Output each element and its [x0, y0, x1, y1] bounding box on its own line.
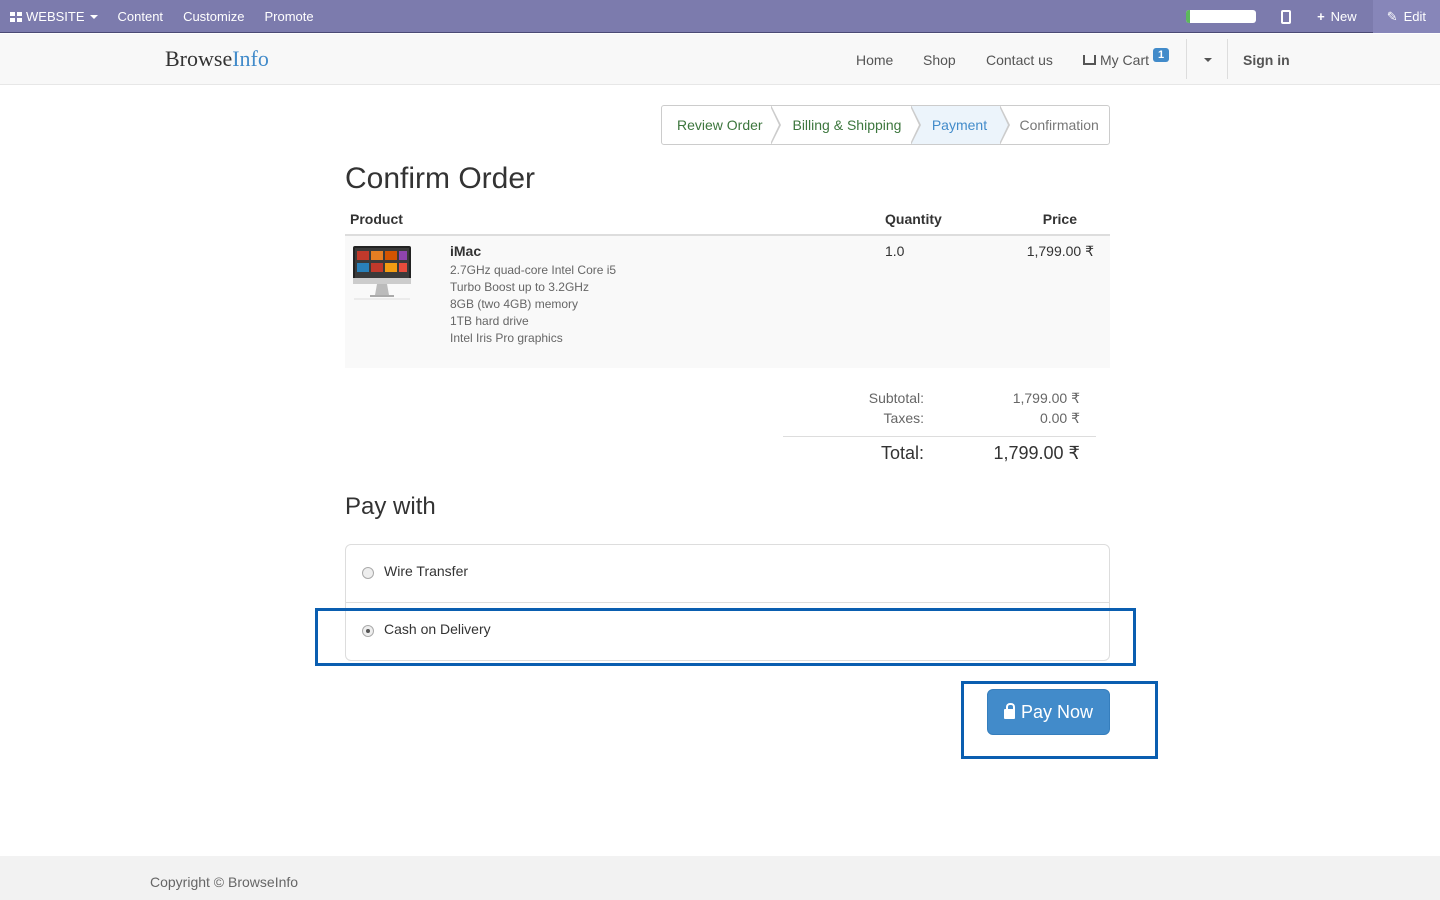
taxes-label: Taxes:: [883, 410, 924, 426]
nav-cart[interactable]: My Cart 1: [1083, 34, 1170, 85]
total-label: Total:: [880, 443, 924, 463]
total-value: 1,799.00 ₹: [993, 443, 1080, 463]
divider: [1227, 39, 1228, 79]
pay-with-heading: Pay with: [345, 493, 436, 520]
totals-divider: [783, 436, 1096, 437]
divider: [1186, 39, 1187, 79]
desc-line: 2.7GHz quad-core Intel Core i5: [450, 263, 617, 277]
desc-line: Intel Iris Pro graphics: [450, 331, 563, 345]
apps-icon: [10, 11, 22, 22]
edit-button[interactable]: ✎ Edit: [1372, 0, 1440, 33]
site-navbar: BrowseInfo Home Shop Contact us My Cart …: [0, 34, 1440, 85]
highlight-box-pay: [961, 681, 1158, 759]
nav-shop[interactable]: Shop: [923, 52, 956, 68]
subtotal-value: 1,799.00 ₹: [1012, 390, 1080, 406]
new-label: New: [1330, 9, 1357, 24]
wizard-step-payment: Payment: [910, 106, 1011, 144]
wizard-step-review[interactable]: Review Order: [662, 106, 782, 144]
pencil-icon: ✎: [1386, 8, 1398, 24]
cart-label: My Cart: [1100, 51, 1149, 68]
step-label: Billing & Shipping: [792, 117, 902, 133]
highlight-box-cod: [315, 608, 1136, 666]
step-label: Confirmation: [1019, 117, 1099, 133]
col-header-quantity: Quantity: [885, 211, 942, 227]
edit-label: Edit: [1403, 9, 1426, 24]
option-wire-transfer[interactable]: Wire Transfer: [384, 563, 468, 579]
brand-part1: Browse: [165, 46, 233, 71]
product-price: 1,799.00 ₹: [1026, 243, 1094, 259]
desc-line: 1TB hard drive: [450, 314, 529, 328]
copyright-text: Copyright © BrowseInfo: [150, 874, 299, 890]
payment-divider: [345, 602, 1110, 603]
step-label: Review Order: [677, 117, 763, 133]
subtotal-label: Subtotal:: [868, 390, 924, 406]
brand-part2: Info: [232, 46, 269, 71]
cart-icon: [1083, 54, 1096, 65]
col-header-price: Price: [1042, 211, 1077, 227]
dropdown-caret-icon[interactable]: [1204, 58, 1212, 62]
col-header-product: Product: [350, 211, 403, 227]
progress-fill: [1186, 10, 1190, 23]
product-quantity: 1.0: [885, 243, 905, 259]
admin-bar: WEBSITE Content Customize Promote + New …: [0, 0, 1440, 33]
brand-logo[interactable]: BrowseInfo: [165, 46, 269, 72]
content-menu[interactable]: Content: [118, 0, 164, 33]
new-button[interactable]: + New: [1317, 9, 1357, 24]
plus-icon: +: [1317, 9, 1325, 24]
desc-line: 8GB (two 4GB) memory: [450, 297, 579, 311]
wizard-step-confirmation: Confirmation: [1000, 106, 1109, 144]
wizard-step-billing[interactable]: Billing & Shipping: [771, 106, 921, 144]
step-label: Payment: [931, 117, 988, 133]
page-title: Confirm Order: [345, 162, 536, 195]
nav-home[interactable]: Home: [856, 52, 893, 68]
caret-down-icon: [89, 14, 98, 19]
promote-label: Promote: [264, 9, 314, 24]
website-menu[interactable]: WEBSITE: [10, 0, 98, 33]
mobile-preview-icon[interactable]: [1281, 9, 1292, 24]
product-image: [353, 246, 411, 300]
progress-bar: [1186, 10, 1257, 23]
customize-menu[interactable]: Customize: [183, 0, 244, 33]
nav-contact[interactable]: Contact us: [986, 52, 1053, 68]
radio-wire-transfer[interactable]: [362, 567, 374, 579]
content-label: Content: [117, 9, 164, 24]
website-label: WEBSITE: [26, 9, 85, 24]
product-name[interactable]: iMac: [450, 243, 481, 259]
desc-line: Turbo Boost up to 3.2GHz: [450, 280, 589, 294]
cart-count-badge: 1: [1153, 47, 1170, 62]
product-description: 2.7GHz quad-core Intel Core i5 Turbo Boo…: [450, 262, 616, 347]
checkout-wizard: Review Order Billing & Shipping Payment …: [661, 105, 1110, 145]
promote-menu[interactable]: Promote: [264, 0, 313, 33]
customize-label: Customize: [183, 9, 245, 24]
taxes-value: 0.00 ₹: [1039, 410, 1080, 426]
sign-in-link[interactable]: Sign in: [1243, 52, 1290, 68]
